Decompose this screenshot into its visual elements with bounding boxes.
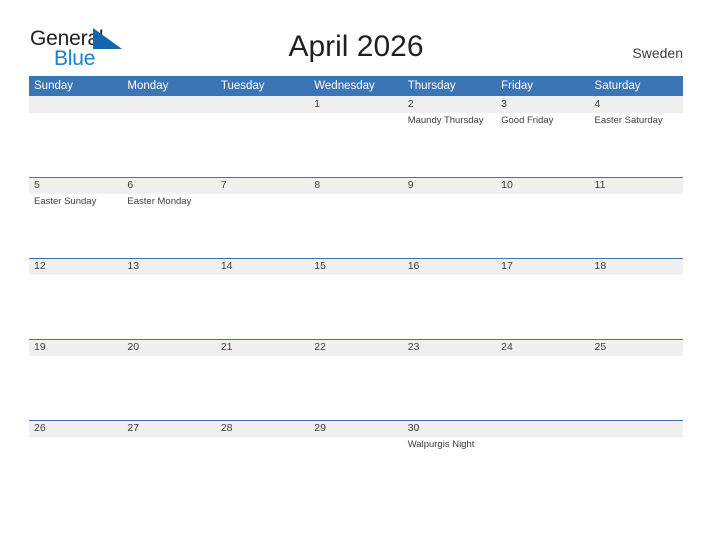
- calendar-day-cell[interactable]: 4 Easter Saturday: [590, 96, 683, 177]
- day-event: Maundy Thursday: [407, 115, 484, 126]
- day-number: 13: [127, 260, 140, 272]
- day-number: 1: [314, 98, 321, 110]
- day-number: 22: [314, 341, 326, 353]
- day-number: 24: [501, 341, 513, 353]
- day-number: 17: [501, 260, 513, 272]
- day-number: 26: [34, 422, 46, 434]
- page-header: General Blue April 2026 Sweden: [0, 0, 712, 76]
- day-number: 11: [594, 179, 606, 191]
- day-number: 20: [127, 341, 140, 353]
- calendar-day-cell[interactable]: 23: [403, 339, 496, 420]
- day-number: [127, 96, 215, 113]
- calendar-day-cell[interactable]: 26: [29, 420, 122, 501]
- calendar-week-row: 19 20 21 22 23 24 25: [29, 339, 683, 420]
- calendar-day-cell[interactable]: [122, 96, 215, 177]
- day-number: 12: [34, 260, 46, 272]
- calendar-day-cell[interactable]: [496, 420, 589, 501]
- calendar-day-cell[interactable]: 3 Good Friday: [496, 96, 589, 177]
- day-number: [595, 420, 683, 437]
- calendar-day-cell[interactable]: 12: [29, 258, 122, 339]
- day-number: 8: [314, 179, 321, 191]
- calendar-day-cell[interactable]: 22: [309, 339, 402, 420]
- day-number: 21: [220, 341, 233, 353]
- weekday-header-monday: Monday: [127, 80, 169, 92]
- day-number: 9: [407, 179, 414, 191]
- day-number: 18: [594, 260, 607, 272]
- calendar-day-cell[interactable]: 28: [216, 420, 309, 501]
- day-number: 7: [220, 179, 227, 191]
- calendar-day-cell[interactable]: 20: [122, 339, 215, 420]
- calendar-day-cell[interactable]: 21: [216, 339, 309, 420]
- calendar-day-cell[interactable]: [216, 96, 309, 177]
- calendar-day-cell[interactable]: 30 Walpurgis Night: [403, 420, 496, 501]
- day-number: 10: [501, 179, 513, 191]
- day-number: [221, 96, 309, 113]
- day-number: 16: [407, 260, 420, 272]
- weekday-header-sunday: Sunday: [34, 80, 74, 92]
- calendar-day-cell[interactable]: 25: [590, 339, 683, 420]
- weekday-header-thursday: Thursday: [407, 80, 456, 92]
- calendar-day-cell[interactable]: 13: [122, 258, 215, 339]
- day-event: Easter Monday: [127, 196, 192, 207]
- calendar-day-cell[interactable]: 29: [309, 420, 402, 501]
- calendar-day-cell[interactable]: 1: [309, 96, 402, 177]
- calendar-day-cell[interactable]: 2 Maundy Thursday: [403, 96, 496, 177]
- day-number: 6: [127, 179, 134, 191]
- weekday-header-tuesday: Tuesday: [220, 80, 265, 92]
- weekday-header-row: Sunday Monday Tuesday Wednesday Thursday…: [29, 76, 683, 96]
- day-number: 23: [407, 341, 420, 353]
- calendar-day-cell[interactable]: 27: [122, 420, 215, 501]
- calendar-day-cell[interactable]: 17: [496, 258, 589, 339]
- day-number: [501, 420, 589, 437]
- day-number: 29: [314, 422, 326, 434]
- weekday-header-friday: Friday: [501, 80, 534, 92]
- calendar-grid: Sunday Monday Tuesday Wednesday Thursday…: [29, 76, 683, 501]
- calendar-day-cell[interactable]: 5 Easter Sunday: [29, 177, 122, 258]
- day-number: 15: [314, 260, 326, 272]
- calendar-day-cell[interactable]: 7: [216, 177, 309, 258]
- day-number: 25: [594, 341, 607, 353]
- day-number: 28: [220, 422, 233, 434]
- calendar-day-cell[interactable]: 6 Easter Monday: [122, 177, 215, 258]
- day-number: 3: [501, 98, 507, 110]
- day-number: 30: [407, 422, 420, 434]
- calendar-day-cell[interactable]: 19: [29, 339, 122, 420]
- calendar-week-row: 5 Easter Sunday 6 Easter Monday 7 8 9 10: [29, 177, 683, 258]
- calendar-day-cell[interactable]: [29, 96, 122, 177]
- day-number: 19: [34, 341, 46, 353]
- calendar-week-row: 1 2 Maundy Thursday 3 Good Friday 4 East…: [29, 96, 683, 177]
- calendar-day-cell[interactable]: 14: [216, 258, 309, 339]
- calendar-day-cell[interactable]: 9: [403, 177, 496, 258]
- calendar-day-cell[interactable]: 10: [496, 177, 589, 258]
- day-number: 14: [220, 260, 233, 272]
- day-event: Easter Sunday: [34, 196, 97, 207]
- calendar-day-cell[interactable]: 11: [590, 177, 683, 258]
- calendar-week-row: 26 27 28 29 30 Walpurgis Night: [29, 420, 683, 501]
- calendar-day-cell[interactable]: 8: [309, 177, 402, 258]
- calendar-day-cell[interactable]: [590, 420, 683, 501]
- page-title: April 2026: [288, 30, 424, 63]
- day-event: Walpurgis Night: [407, 439, 475, 450]
- calendar-day-cell[interactable]: 16: [403, 258, 496, 339]
- day-event: Easter Saturday: [594, 115, 663, 126]
- day-event: Good Friday: [501, 115, 554, 126]
- calendar-day-cell[interactable]: 15: [309, 258, 402, 339]
- calendar-day-cell[interactable]: 24: [496, 339, 589, 420]
- calendar-day-cell[interactable]: 18: [590, 258, 683, 339]
- day-number: 27: [127, 422, 140, 434]
- weekday-header-wednesday: Wednesday: [314, 80, 375, 92]
- day-number: 5: [34, 179, 40, 191]
- calendar-week-row: 12 13 14 15 16 17 18: [29, 258, 683, 339]
- region-label: Sweden: [632, 45, 683, 61]
- weekday-header-saturday: Saturday: [594, 80, 641, 92]
- day-number: 2: [407, 98, 414, 110]
- day-number: 4: [594, 98, 601, 110]
- day-number: [34, 96, 122, 113]
